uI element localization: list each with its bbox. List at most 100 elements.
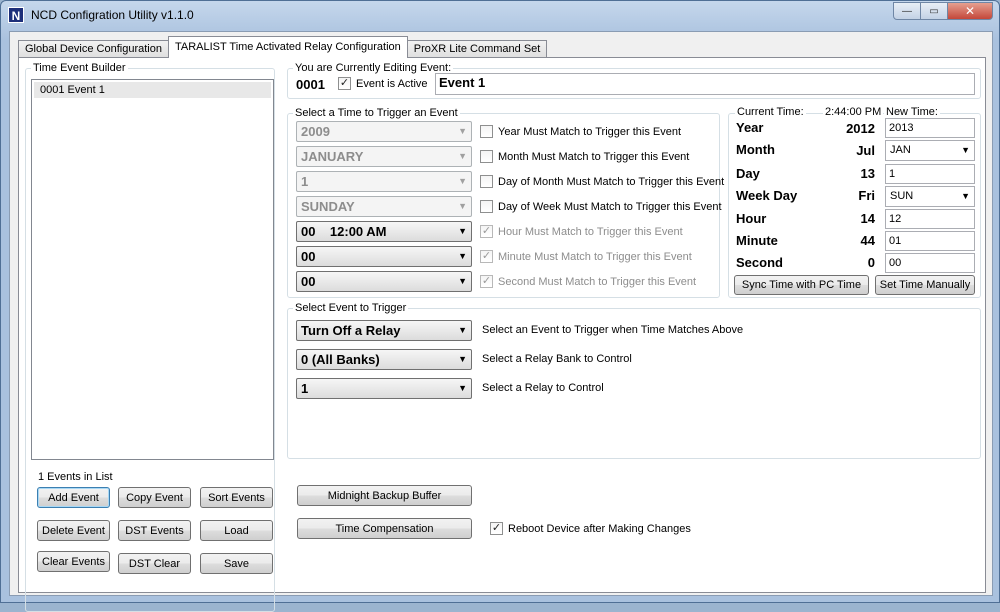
weekday-match-label: Day of Week Must Match to Trigger this E… bbox=[498, 201, 722, 213]
tab-global-device-configuration[interactable]: Global Device Configuration bbox=[18, 40, 169, 58]
minute-match-checkbox[interactable]: ✓ bbox=[480, 250, 493, 263]
minimize-button[interactable]: — bbox=[893, 2, 921, 20]
relay-bank-help: Select a Relay Bank to Control bbox=[482, 353, 632, 365]
new-weekday-select[interactable]: SUN ▼ bbox=[885, 186, 975, 207]
load-button[interactable]: Load bbox=[200, 520, 273, 541]
clock-minute-value: 44 bbox=[860, 233, 875, 248]
dst-events-button[interactable]: DST Events bbox=[118, 520, 191, 541]
clock-hour-value: 14 bbox=[860, 211, 875, 226]
tab-proxr-lite-command-set[interactable]: ProXR Lite Command Set bbox=[406, 40, 548, 58]
clock-hour-label: Hour bbox=[736, 211, 767, 226]
year-match-label: Year Must Match to Trigger this Event bbox=[498, 126, 682, 138]
clock-weekday-label: Week Day bbox=[736, 188, 798, 203]
clock-day-value: 13 bbox=[860, 166, 875, 181]
new-day-field[interactable]: 1 bbox=[885, 164, 975, 184]
chevron-down-icon: ▼ bbox=[458, 126, 467, 136]
sort-events-button[interactable]: Sort Events bbox=[200, 487, 273, 508]
clear-events-button[interactable]: Clear Events bbox=[37, 551, 110, 572]
title-bar[interactable]: N NCD Configration Utility v1.1.0 — ▭ ✕ bbox=[1, 1, 999, 31]
new-minute-field[interactable]: 01 bbox=[885, 231, 975, 251]
delete-event-button[interactable]: Delete Event bbox=[37, 520, 110, 541]
second-select[interactable]: 00 ▼ bbox=[296, 271, 472, 292]
weekday-select[interactable]: SUNDAY ▼ bbox=[296, 196, 472, 217]
chevron-down-icon: ▼ bbox=[961, 145, 970, 155]
new-year-field[interactable]: 2013 bbox=[885, 118, 975, 138]
clock-minute-label: Minute bbox=[736, 233, 778, 248]
day-match-checkbox[interactable] bbox=[480, 175, 493, 188]
chevron-down-icon: ▼ bbox=[458, 151, 467, 161]
set-time-manually-button[interactable]: Set Time Manually bbox=[875, 275, 975, 295]
relay-value: 1 bbox=[301, 381, 309, 396]
month-match-label: Month Must Match to Trigger this Event bbox=[498, 151, 690, 163]
year-select[interactable]: 2009 ▼ bbox=[296, 121, 472, 142]
editing-event-label: You are Currently Editing Event: bbox=[293, 62, 454, 74]
hour-select[interactable]: 00 12:00 AM ▼ bbox=[296, 221, 472, 242]
weekday-match-checkbox[interactable] bbox=[480, 200, 493, 213]
copy-event-button[interactable]: Copy Event bbox=[118, 487, 191, 508]
day-match-label: Day of Month Must Match to Trigger this … bbox=[498, 176, 725, 188]
relay-help: Select a Relay to Control bbox=[482, 382, 604, 394]
dst-clear-button[interactable]: DST Clear bbox=[118, 553, 191, 574]
tab-taralist-configuration[interactable]: TARALIST Time Activated Relay Configurat… bbox=[167, 36, 408, 58]
relay-select[interactable]: 1 ▼ bbox=[296, 378, 472, 399]
window-title: NCD Configration Utility v1.1.0 bbox=[31, 8, 194, 22]
year-match-checkbox[interactable] bbox=[480, 125, 493, 138]
event-trigger-label: Select Event to Trigger bbox=[293, 302, 409, 314]
hour-match-checkbox[interactable]: ✓ bbox=[480, 225, 493, 238]
day-select-value: 1 bbox=[301, 174, 309, 189]
second-match-label: Second Must Match to Trigger this Event bbox=[498, 276, 697, 288]
month-select[interactable]: JANUARY ▼ bbox=[296, 146, 472, 167]
clock-year-label: Year bbox=[736, 120, 764, 135]
event-list[interactable]: 0001 Event 1 bbox=[31, 79, 274, 460]
event-action-value: Turn Off a Relay bbox=[301, 323, 401, 338]
maximize-button[interactable]: ▭ bbox=[920, 2, 948, 20]
new-month-select[interactable]: JAN ▼ bbox=[885, 140, 975, 161]
minute-match-label: Minute Must Match to Trigger this Event bbox=[498, 251, 692, 263]
list-item[interactable]: 0001 Event 1 bbox=[34, 82, 271, 98]
clock-second-value: 0 bbox=[867, 255, 875, 270]
minute-select-value: 00 bbox=[301, 249, 316, 264]
minute-select[interactable]: 00 ▼ bbox=[296, 246, 472, 267]
clock-day-label: Day bbox=[736, 166, 760, 181]
event-action-help: Select an Event to Trigger when Time Mat… bbox=[482, 324, 744, 336]
chevron-down-icon: ▼ bbox=[458, 201, 467, 211]
app-window: N NCD Configration Utility v1.1.0 — ▭ ✕ … bbox=[0, 0, 1000, 612]
event-action-select[interactable]: Turn Off a Relay ▼ bbox=[296, 320, 472, 341]
second-match-checkbox[interactable]: ✓ bbox=[480, 275, 493, 288]
clock-month-label: Month bbox=[736, 142, 775, 157]
day-select[interactable]: 1 ▼ bbox=[296, 171, 472, 192]
time-compensation-button[interactable]: Time Compensation bbox=[297, 518, 472, 539]
relay-bank-select[interactable]: 0 (All Banks) ▼ bbox=[296, 349, 472, 370]
relay-bank-value: 0 (All Banks) bbox=[301, 352, 380, 367]
chevron-down-icon: ▼ bbox=[458, 354, 467, 364]
chevron-down-icon: ▼ bbox=[458, 276, 467, 286]
clock-month-value: Jul bbox=[856, 143, 875, 158]
hour-match-label: Hour Must Match to Trigger this Event bbox=[498, 226, 683, 238]
weekday-select-value: SUNDAY bbox=[301, 199, 355, 214]
second-select-value: 00 bbox=[301, 274, 316, 289]
sync-time-button[interactable]: Sync Time with PC Time bbox=[734, 275, 869, 295]
midnight-backup-buffer-button[interactable]: Midnight Backup Buffer bbox=[297, 485, 472, 506]
year-select-value: 2009 bbox=[301, 124, 330, 139]
clock-weekday-value: Fri bbox=[858, 188, 875, 203]
current-time-value: 2:44:00 PM bbox=[823, 106, 884, 119]
chevron-down-icon: ▼ bbox=[458, 325, 467, 335]
new-second-field[interactable]: 00 bbox=[885, 253, 975, 273]
app-logo-icon: N bbox=[8, 7, 24, 23]
event-name-field[interactable]: Event 1 bbox=[435, 73, 975, 95]
time-event-builder-label: Time Event Builder bbox=[31, 62, 128, 74]
new-weekday-value: SUN bbox=[890, 190, 914, 202]
window-controls: — ▭ ✕ bbox=[893, 2, 993, 20]
event-active-label: Event is Active bbox=[356, 78, 428, 90]
chevron-down-icon: ▼ bbox=[458, 176, 467, 186]
close-button[interactable]: ✕ bbox=[947, 2, 993, 20]
reboot-checkbox[interactable]: ✓ bbox=[490, 522, 503, 535]
save-button[interactable]: Save bbox=[200, 553, 273, 574]
new-hour-field[interactable]: 12 bbox=[885, 209, 975, 229]
month-match-checkbox[interactable] bbox=[480, 150, 493, 163]
trigger-time-label: Select a Time to Trigger an Event bbox=[293, 107, 460, 119]
events-count-label: 1 Events in List bbox=[38, 471, 113, 483]
add-event-button[interactable]: Add Event bbox=[37, 487, 110, 508]
event-active-checkbox[interactable]: ✓ bbox=[338, 77, 351, 90]
chevron-down-icon: ▼ bbox=[458, 226, 467, 236]
